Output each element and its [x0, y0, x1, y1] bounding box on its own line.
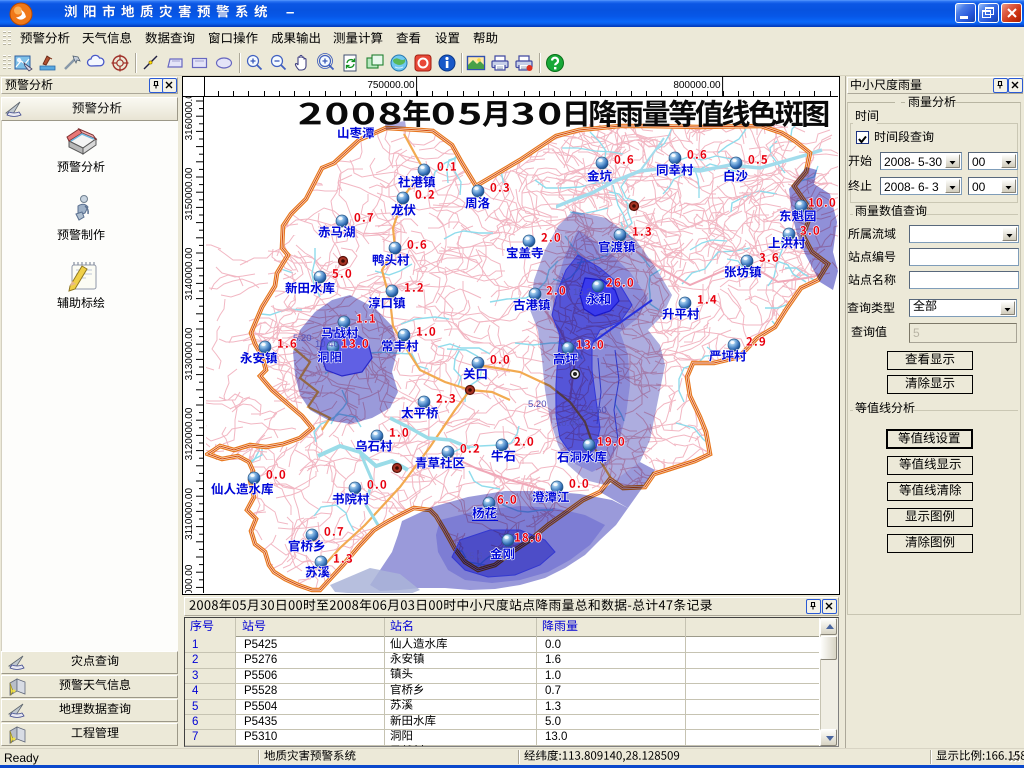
svg-text:3120000.00: 3120000.00 — [184, 407, 195, 460]
svg-text:3140000.00: 3140000.00 — [184, 247, 195, 300]
svg-text:3110000.00: 3110000.00 — [184, 488, 195, 541]
svg-text:800000.00: 800000.00 — [673, 80, 721, 91]
svg-text:3100000.00: 3100000.00 — [184, 564, 195, 593]
svg-text:750000.00: 750000.00 — [367, 80, 415, 91]
svg-text:3150000.00: 3150000.00 — [184, 167, 195, 220]
svg-text:3160000.00: 3160000.00 — [184, 97, 195, 140]
svg-text:3130000.00: 3130000.00 — [184, 327, 195, 380]
